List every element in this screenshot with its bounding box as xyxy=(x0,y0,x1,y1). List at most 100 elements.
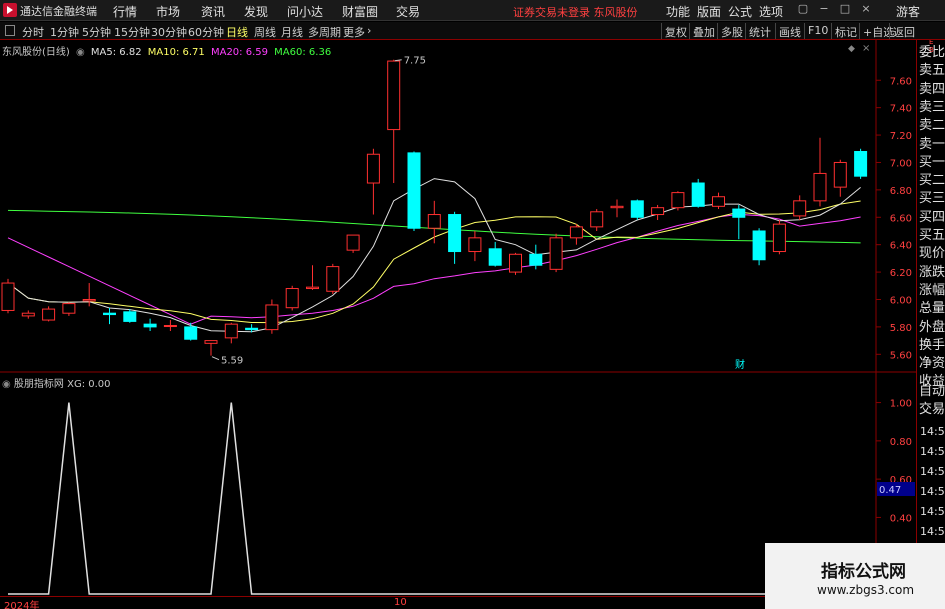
quote-field-label: 买一 xyxy=(919,154,945,170)
candle-body xyxy=(569,226,583,239)
date-tick-10: 10 xyxy=(394,597,407,608)
candle-body xyxy=(123,311,137,322)
candle-body xyxy=(509,253,522,273)
ma60-label: MA60: 6.36 xyxy=(274,47,332,58)
trade-label: 交易 xyxy=(919,402,945,417)
candle-body xyxy=(793,200,807,217)
quote-field-label: 卖三 xyxy=(919,99,945,115)
tick-time: 14:56 xyxy=(920,465,945,478)
candle-body xyxy=(752,230,766,261)
candle-body xyxy=(326,266,340,292)
candle-body xyxy=(448,214,462,253)
candle-body xyxy=(468,237,482,253)
candle-body xyxy=(813,172,827,202)
tick-time: 14:56 xyxy=(920,485,945,498)
tick-time: 14:56 xyxy=(920,445,945,458)
site-watermark: 指标公式网 www.zbgs3.com xyxy=(765,543,945,609)
price-tick-label: 6.60 xyxy=(890,213,912,224)
price-tick-label: 6.00 xyxy=(890,295,912,306)
low-pointer xyxy=(211,356,220,361)
quote-field-label: 涨幅 xyxy=(919,282,945,298)
candle-body xyxy=(427,214,441,229)
quote-field-label: 外盘 xyxy=(919,319,945,335)
quote-field-label: 委比 xyxy=(919,45,945,60)
high-pointer xyxy=(394,59,402,62)
candle-body xyxy=(651,207,665,216)
candle-body xyxy=(691,182,705,207)
candle-body xyxy=(224,323,238,339)
candle-body xyxy=(630,200,644,218)
indicator-name[interactable]: 股朋指标网 xyxy=(14,379,64,390)
candle-body xyxy=(285,288,299,309)
candle-body xyxy=(204,340,218,344)
event-marker: 财 xyxy=(735,358,745,371)
settings-dot-icon[interactable]: ◉ xyxy=(76,47,85,58)
stock-title[interactable]: 东风股份(日线) xyxy=(2,47,70,58)
price-tick-label: 6.80 xyxy=(890,186,912,197)
quote-field-label: 卖一 xyxy=(919,136,945,152)
ma10-label: MA10: 6.71 xyxy=(147,47,205,58)
quote-field-label: 买三 xyxy=(919,191,945,207)
tick-time: 14:56 xyxy=(920,505,945,518)
high-price-label: 7.75 xyxy=(404,56,426,67)
price-tick-label: 7.00 xyxy=(890,158,912,169)
candle-body xyxy=(549,237,563,270)
xg-value: XG: 0.00 xyxy=(67,379,111,390)
candle-body xyxy=(1,282,15,311)
candle-body xyxy=(42,308,56,321)
quote-field-label: 买五 xyxy=(919,228,945,243)
quote-field-label: 现价 xyxy=(919,246,945,262)
ma20-label: MA20: 6.59 xyxy=(210,47,268,58)
quote-field-label: 换手 xyxy=(919,337,945,353)
candle-body xyxy=(407,152,421,229)
quote-field-label: 卖四 xyxy=(919,81,945,97)
price-tick-label: 7.40 xyxy=(890,104,912,115)
candle-body xyxy=(610,205,624,209)
quote-field-label: 净资 xyxy=(919,356,945,372)
candle-body xyxy=(265,304,279,331)
kline-chart[interactable]: 5.60 5.80 6.00 6.20 6.40 6.60 6.80 7.00 7.20 7.40… xyxy=(0,0,945,609)
indicator-tick-label: 0.80 xyxy=(890,437,912,448)
candle-body xyxy=(143,323,157,328)
candle-body xyxy=(854,151,868,177)
ma5-label: MA5: 6.82 xyxy=(90,47,142,58)
candle-body xyxy=(346,234,360,251)
main-legend: 东风股份(日线) ◉ MA5: 6.82 MA10: 6.71 MA20: 6.… xyxy=(2,43,334,58)
price-tick-label: 7.60 xyxy=(890,76,912,87)
indicator-tick-label: 0.40 xyxy=(890,513,912,524)
quote-field-label: 买四 xyxy=(919,209,945,225)
candle-body xyxy=(103,312,116,316)
settings-dot-icon[interactable]: ◉ xyxy=(2,379,11,390)
candle-body xyxy=(488,248,502,266)
watermark-url: www.zbgs3.com xyxy=(817,583,915,597)
candle-body xyxy=(184,326,198,340)
candle-body xyxy=(590,211,604,228)
chart-close-icon[interactable]: × xyxy=(862,43,870,54)
chart-expand-icon[interactable]: ◆ xyxy=(848,44,855,54)
candle-body xyxy=(366,153,380,184)
low-price-label: 5.59 xyxy=(221,356,243,367)
price-tick-label: 5.60 xyxy=(890,350,912,361)
cursor-value-label: 0.47 xyxy=(879,485,901,496)
indicator-tick-label: 1.00 xyxy=(890,399,912,410)
tick-time: 14:56 xyxy=(920,425,945,438)
candle-body xyxy=(306,286,319,290)
candle-body xyxy=(245,327,259,331)
candle-body xyxy=(772,223,786,253)
candle-body xyxy=(712,196,725,207)
quote-field-label: 卖二 xyxy=(919,118,945,134)
date-tick-year: 2024年 xyxy=(4,601,40,609)
auto-trade-button[interactable]: 自动 xyxy=(919,383,945,401)
quote-field-label: 买二 xyxy=(919,173,945,189)
sub-legend: ◉ 股朋指标网 XG: 0.00 xyxy=(2,375,111,390)
candle-body xyxy=(21,312,35,317)
candle-body xyxy=(82,298,96,302)
price-tick-label: 5.80 xyxy=(890,323,912,334)
candle-body xyxy=(671,192,685,209)
price-tick-label: 7.20 xyxy=(890,131,912,142)
tick-time: 14:56 xyxy=(920,525,945,538)
price-tick-label: 6.40 xyxy=(890,241,912,252)
candle-body xyxy=(163,325,177,328)
quote-field-label: 涨跌 xyxy=(919,264,945,280)
candle-body xyxy=(833,161,847,188)
